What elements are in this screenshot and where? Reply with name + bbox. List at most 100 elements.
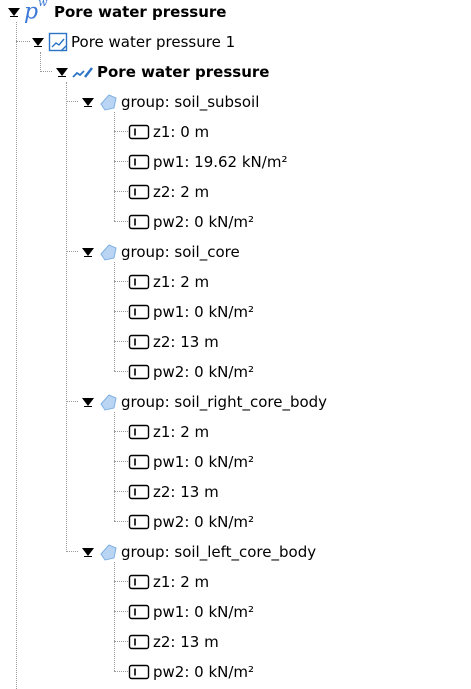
parameter-label: pw1: 0 kN/m² — [153, 453, 255, 471]
tree-line — [114, 412, 115, 521]
tree-node-pore-water-pressure-1[interactable]: Pore water pressure 1 — [30, 30, 235, 54]
tree-line — [114, 281, 128, 282]
tree-node-group[interactable]: group: soil_right_core_body — [80, 390, 327, 414]
tree-node-parameter[interactable]: z1: 2 m — [128, 570, 209, 594]
tree-node-parameter[interactable]: pw2: 0 kN/m² — [128, 660, 254, 684]
tree-line — [16, 41, 30, 42]
chart-document-icon — [48, 32, 68, 52]
tree-node-parameter[interactable]: z2: 13 m — [128, 630, 219, 654]
tree-node-parameter[interactable]: pw2: 0 kN/m² — [128, 360, 254, 384]
tree-line — [66, 401, 78, 402]
parameter-field-icon — [128, 274, 150, 290]
tree-line — [66, 101, 78, 102]
tree-line — [66, 551, 78, 552]
expand-triangle-icon[interactable] — [30, 35, 46, 49]
parameter-field-icon — [128, 364, 150, 380]
tree-line — [114, 461, 128, 462]
tree-line — [40, 52, 41, 72]
parameter-field-icon — [128, 634, 150, 650]
tree-line — [114, 611, 128, 612]
expand-triangle-icon[interactable] — [80, 245, 96, 259]
parameter-label: z2: 13 m — [153, 633, 219, 651]
tree-line — [114, 112, 115, 221]
pore-water-pressure-tree: pw Pore water pressure Pore water pressu… — [0, 0, 471, 689]
tree-line — [40, 71, 52, 72]
tree-line — [16, 22, 17, 689]
parameter-field-icon — [128, 454, 150, 470]
pore-pressure-symbol-icon: pw — [24, 0, 54, 23]
tree-line — [114, 311, 128, 312]
tree-node-pore-water-pressure-sub[interactable]: Pore water pressure — [54, 60, 269, 84]
root-label: Pore water pressure — [54, 3, 227, 21]
tree-node-parameter[interactable]: z2: 13 m — [128, 330, 219, 354]
tree-node-parameter[interactable]: z2: 13 m — [128, 480, 219, 504]
tree-line — [114, 161, 128, 162]
tree-node-parameter[interactable]: z2: 2 m — [128, 180, 209, 204]
tree-line — [66, 82, 67, 552]
tree-line — [114, 521, 128, 522]
group-label: group: soil_left_core_body — [121, 543, 317, 561]
group-polygon-icon — [98, 92, 118, 112]
tree-node-parameter[interactable]: pw1: 0 kN/m² — [128, 600, 254, 624]
parameter-label: pw1: 0 kN/m² — [153, 603, 255, 621]
tree-line — [114, 371, 128, 372]
parameter-field-icon — [128, 304, 150, 320]
tree-node-root[interactable]: pw Pore water pressure — [6, 0, 226, 24]
group-label: group: soil_core — [121, 243, 240, 261]
tree-node-group[interactable]: group: soil_core — [80, 240, 240, 264]
parameter-label: pw2: 0 kN/m² — [153, 363, 255, 381]
child-label: Pore water pressure 1 — [71, 33, 236, 51]
parameter-field-icon — [128, 334, 150, 350]
parameter-label: z2: 13 m — [153, 333, 219, 351]
tree-node-parameter[interactable]: z1: 0 m — [128, 120, 209, 144]
tree-line — [114, 491, 128, 492]
group-label: group: soil_subsoil — [121, 93, 260, 111]
tree-node-parameter[interactable]: z1: 2 m — [128, 420, 209, 444]
tree-node-parameter[interactable]: pw1: 0 kN/m² — [128, 450, 254, 474]
parameter-label: z2: 2 m — [153, 183, 210, 201]
parameter-label: pw1: 19.62 kN/m² — [153, 153, 288, 171]
parameter-field-icon — [128, 604, 150, 620]
tree-line — [114, 671, 128, 672]
parameter-label: pw2: 0 kN/m² — [153, 213, 255, 231]
tree-line — [114, 191, 128, 192]
parameter-field-icon — [128, 574, 150, 590]
parameter-label: z1: 2 m — [153, 423, 210, 441]
parameter-label: z2: 13 m — [153, 483, 219, 501]
expand-triangle-icon[interactable] — [80, 395, 96, 409]
tree-node-parameter[interactable]: pw1: 19.62 kN/m² — [128, 150, 287, 174]
parameter-field-icon — [128, 664, 150, 680]
group-label: group: soil_right_core_body — [121, 393, 328, 411]
tree-node-parameter[interactable]: pw1: 0 kN/m² — [128, 300, 254, 324]
expand-triangle-icon[interactable] — [54, 65, 70, 79]
parameter-label: pw1: 0 kN/m² — [153, 303, 255, 321]
tree-node-group[interactable]: group: soil_left_core_body — [80, 540, 316, 564]
parameter-label: pw2: 0 kN/m² — [153, 663, 255, 681]
tree-line — [114, 221, 128, 222]
parameter-label: z1: 2 m — [153, 573, 210, 591]
parameter-field-icon — [128, 484, 150, 500]
tree-node-parameter[interactable]: pw2: 0 kN/m² — [128, 510, 254, 534]
tree-line — [114, 641, 128, 642]
parameter-field-icon — [128, 424, 150, 440]
tree-line — [114, 562, 115, 671]
parameter-label: z1: 2 m — [153, 273, 210, 291]
tree-line — [66, 251, 78, 252]
tree-node-parameter[interactable]: pw2: 0 kN/m² — [128, 210, 254, 234]
tree-node-parameter[interactable]: z1: 2 m — [128, 270, 209, 294]
group-polygon-icon — [98, 542, 118, 562]
parameter-field-icon — [128, 514, 150, 530]
tree-node-group[interactable]: group: soil_subsoil — [80, 90, 259, 114]
parameter-field-icon — [128, 214, 150, 230]
tree-line — [114, 262, 115, 371]
expand-triangle-icon[interactable] — [80, 545, 96, 559]
subchild-label: Pore water pressure — [97, 63, 270, 81]
parameter-field-icon — [128, 124, 150, 140]
tree-line — [114, 431, 128, 432]
expand-triangle-icon[interactable] — [80, 95, 96, 109]
parameter-field-icon — [128, 184, 150, 200]
group-polygon-icon — [98, 242, 118, 262]
parameter-label: pw2: 0 kN/m² — [153, 513, 255, 531]
group-polygon-icon — [98, 392, 118, 412]
expand-triangle-icon[interactable] — [6, 5, 22, 19]
